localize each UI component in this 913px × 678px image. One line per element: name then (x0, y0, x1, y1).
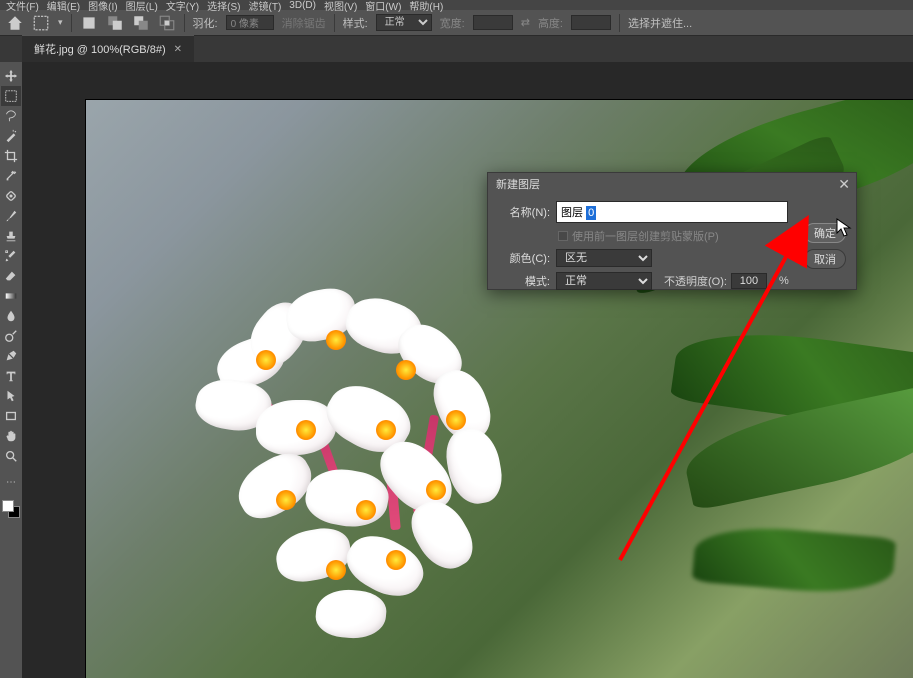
style-label: 样式: (343, 15, 368, 31)
hand-tool-icon[interactable] (1, 426, 21, 446)
zoom-tool-icon[interactable] (1, 446, 21, 466)
menu-bar: 文件(F) 编辑(E) 图像(I) 图层(L) 文字(Y) 选择(S) 滤镜(T… (0, 0, 913, 10)
dialog-title-bar[interactable]: 新建图层 ✕ (488, 173, 856, 195)
path-select-tool-icon[interactable] (1, 386, 21, 406)
eyedropper-tool-icon[interactable] (1, 166, 21, 186)
menu-item[interactable]: 图像(I) (88, 0, 117, 13)
home-icon[interactable] (6, 14, 24, 32)
blur-tool-icon[interactable] (1, 306, 21, 326)
name-label: 名称(N): (494, 204, 550, 220)
dodge-tool-icon[interactable] (1, 326, 21, 346)
text-tool-icon[interactable] (1, 366, 21, 386)
cursor-icon (836, 218, 852, 238)
document-tab-title: 鲜花.jpg @ 100%(RGB/8#) (34, 41, 166, 57)
opacity-input[interactable] (731, 273, 767, 289)
menu-item[interactable]: 视图(V) (324, 0, 357, 13)
refine-edge-button[interactable]: 选择并遮住... (628, 15, 692, 31)
menu-item[interactable]: 帮助(H) (409, 0, 443, 13)
layer-name-input[interactable]: 图层 0 (556, 201, 788, 223)
heal-tool-icon[interactable] (1, 186, 21, 206)
menu-item[interactable]: 编辑(E) (47, 0, 80, 13)
foreground-background-swatch[interactable] (2, 500, 20, 518)
menu-item[interactable]: 窗口(W) (365, 0, 401, 13)
wand-tool-icon[interactable] (1, 126, 21, 146)
new-layer-dialog: 新建图层 ✕ 名称(N): 图层 0 使用前一图层创建剪贴蒙版(P) 颜色(C)… (487, 172, 857, 290)
document-tab[interactable]: 鲜花.jpg @ 100%(RGB/8#) ✕ (22, 35, 194, 62)
dialog-title: 新建图层 (496, 176, 540, 192)
move-tool-icon[interactable] (1, 66, 21, 86)
boolean-sub-icon[interactable] (132, 14, 150, 32)
style-select[interactable]: 正常 (376, 14, 432, 31)
width-input (473, 15, 513, 30)
width-label: 宽度: (440, 15, 465, 31)
menu-item[interactable]: 3D(D) (289, 0, 316, 11)
options-bar: ▾ 羽化: 消除锯齿 样式: 正常 宽度: ⇄ 高度: 选择并遮住... (0, 10, 913, 36)
gradient-tool-icon[interactable] (1, 286, 21, 306)
height-input (571, 15, 611, 30)
close-tab-icon[interactable]: ✕ (174, 44, 182, 55)
opacity-label: 不透明度(O): (664, 273, 727, 289)
antialias-label: 消除锯齿 (282, 15, 326, 31)
rectangle-tool-icon[interactable] (1, 406, 21, 426)
marquee-tool-icon[interactable] (32, 14, 50, 32)
history-brush-tool-icon[interactable] (1, 246, 21, 266)
canvas-area[interactable] (22, 62, 913, 678)
mode-select[interactable]: 正常 (556, 272, 652, 290)
clipmask-checkbox (558, 231, 568, 241)
pen-tool-icon[interactable] (1, 346, 21, 366)
tool-bar: ⋯ (0, 62, 22, 678)
opacity-unit: % (779, 275, 789, 287)
color-label: 颜色(C): (494, 250, 550, 266)
stamp-tool-icon[interactable] (1, 226, 21, 246)
menu-item[interactable]: 滤镜(T) (249, 0, 282, 13)
color-select[interactable]: 区无 (556, 249, 652, 267)
workspace: ⋯ (0, 62, 913, 678)
feather-input[interactable] (226, 15, 274, 30)
eraser-tool-icon[interactable] (1, 266, 21, 286)
cancel-button[interactable]: 取消 (804, 249, 846, 269)
feather-label: 羽化: (193, 15, 218, 31)
marquee-tool-icon[interactable] (1, 86, 21, 106)
clipmask-label: 使用前一图层创建剪贴蒙版(P) (572, 228, 719, 244)
close-icon[interactable]: ✕ (838, 176, 850, 193)
document-tab-bar: 鲜花.jpg @ 100%(RGB/8#) ✕ (0, 36, 913, 62)
boolean-intersect-icon[interactable] (158, 14, 176, 32)
menu-item[interactable]: 选择(S) (207, 0, 240, 13)
lasso-tool-icon[interactable] (1, 106, 21, 126)
menu-item[interactable]: 图层(L) (126, 0, 158, 13)
mode-label: 模式: (494, 273, 550, 289)
menu-item[interactable]: 文字(Y) (166, 0, 199, 13)
brush-tool-icon[interactable] (1, 206, 21, 226)
crop-tool-icon[interactable] (1, 146, 21, 166)
height-label: 高度: (538, 15, 563, 31)
more-tools-icon[interactable]: ⋯ (1, 472, 21, 492)
menu-item[interactable]: 文件(F) (6, 0, 39, 13)
boolean-add-icon[interactable] (106, 14, 124, 32)
boolean-new-icon[interactable] (80, 14, 98, 32)
